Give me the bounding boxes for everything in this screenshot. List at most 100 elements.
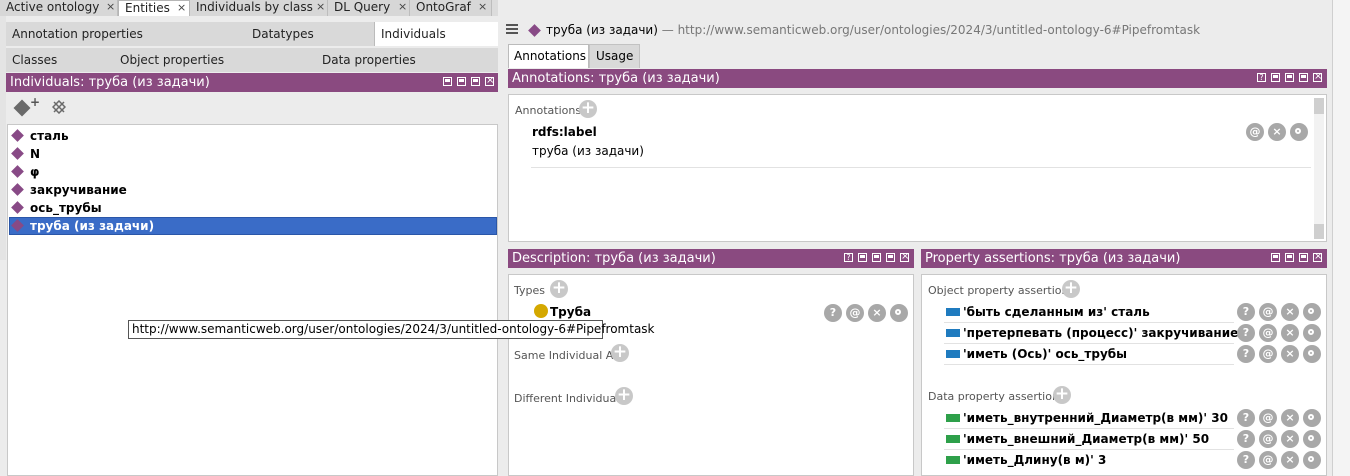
add-type-icon[interactable]: + <box>550 280 568 298</box>
annotate-icon[interactable]: @ <box>1259 451 1277 469</box>
delete-icon[interactable]: × <box>1281 409 1299 427</box>
edit-icon[interactable] <box>1303 451 1321 469</box>
object-assertion-row[interactable]: 'быть сделанным из' сталь <box>946 302 1150 322</box>
assertion-value: закручивание <box>1141 326 1239 340</box>
edit-icon[interactable] <box>1290 123 1308 141</box>
tab-individuals-by-class[interactable]: Individuals by class × <box>190 0 328 16</box>
scroll-thumb-bottom[interactable] <box>1314 224 1324 239</box>
tab-annotations[interactable]: Annotations <box>508 44 589 68</box>
item-label: N <box>30 147 41 161</box>
delete-icon[interactable]: × <box>1281 324 1299 342</box>
list-item[interactable]: N <box>9 145 497 163</box>
delete-icon[interactable]: × <box>1268 123 1286 141</box>
add-same-individual-icon[interactable]: + <box>611 344 629 362</box>
close-icon[interactable]: × <box>106 0 115 14</box>
tab-classes[interactable]: Classes <box>6 48 114 72</box>
annotate-icon[interactable]: @ <box>1259 303 1277 321</box>
close-icon[interactable]: × <box>398 0 407 14</box>
explain-icon[interactable]: ? <box>1237 345 1255 363</box>
delete-icon[interactable]: × <box>1281 430 1299 448</box>
list-item[interactable]: φ <box>9 163 497 181</box>
explain-icon[interactable]: ? <box>1237 430 1255 448</box>
tab-dl-query[interactable]: DL Query × <box>328 0 410 16</box>
tab-label: Entities <box>125 1 170 15</box>
edit-icon[interactable] <box>1303 409 1321 427</box>
tab-data-properties[interactable]: Data properties <box>316 48 498 72</box>
add-data-assertion-icon[interactable]: + <box>1053 386 1071 404</box>
tab-label: Active ontology <box>6 0 100 14</box>
tab-annotation-properties[interactable]: Annotation properties <box>6 22 246 46</box>
minimize-icon[interactable] <box>1285 253 1294 262</box>
delete-icon[interactable]: × <box>1281 451 1299 469</box>
individual-icon <box>11 129 24 142</box>
edit-icon[interactable] <box>1303 430 1321 448</box>
delete-icon[interactable]: × <box>868 304 886 322</box>
annotate-icon[interactable]: @ <box>1246 123 1264 141</box>
tab-usage[interactable]: Usage <box>589 44 640 68</box>
explain-icon[interactable]: ? <box>1237 303 1255 321</box>
help-icon[interactable]: ? <box>1257 73 1266 82</box>
list-item[interactable]: ось_трубы <box>9 199 497 217</box>
add-annotation-icon[interactable]: + <box>579 100 597 118</box>
data-assertion-row[interactable]: 'иметь_Длину(в м)' 3 <box>946 450 1106 470</box>
scrollbar[interactable] <box>1314 98 1324 239</box>
explain-icon[interactable]: ? <box>1237 451 1255 469</box>
menu-icon[interactable] <box>506 23 518 35</box>
list-item[interactable]: сталь <box>9 127 497 145</box>
data-assertion-row[interactable]: 'иметь_внутренний_Диаметр(в мм)' 30 <box>946 408 1228 428</box>
edit-icon[interactable] <box>890 304 908 322</box>
explain-icon[interactable]: ? <box>1237 409 1255 427</box>
tab-ontograf[interactable]: OntoGraf × <box>410 0 492 16</box>
delete-icon[interactable]: × <box>1281 345 1299 363</box>
data-assertion-row[interactable]: 'иметь_внешний_Диаметр(в мм)' 50 <box>946 429 1209 449</box>
maximize-icon[interactable] <box>471 77 480 86</box>
annotate-icon[interactable]: @ <box>1259 409 1277 427</box>
add-object-assertion-icon[interactable]: + <box>1062 280 1080 298</box>
maximize-icon[interactable] <box>886 253 895 262</box>
tab-datatypes[interactable]: Datatypes <box>246 22 374 46</box>
list-item-selected[interactable]: труба (из задачи) <box>9 217 497 235</box>
add-individual-icon[interactable] <box>13 99 31 117</box>
close-view-icon[interactable] <box>485 75 494 87</box>
item-label: ось_трубы <box>30 201 102 215</box>
minimize-icon[interactable] <box>1285 73 1294 82</box>
delete-individual-icon[interactable] <box>51 99 67 115</box>
view-split-icon[interactable] <box>858 253 867 262</box>
scroll-thumb[interactable] <box>1314 98 1324 114</box>
annotate-icon[interactable]: @ <box>1259 430 1277 448</box>
view-split-icon[interactable] <box>1271 73 1280 82</box>
annotate-icon[interactable]: @ <box>1259 345 1277 363</box>
tab-individuals[interactable]: Individuals <box>374 22 498 46</box>
close-view-icon[interactable] <box>1313 71 1322 83</box>
edit-icon[interactable] <box>1303 324 1321 342</box>
object-assertion-row[interactable]: 'претерпевать (процесс)' закручивание <box>946 323 1238 343</box>
close-view-icon[interactable] <box>900 251 909 263</box>
tab-object-properties[interactable]: Object properties <box>114 48 316 72</box>
close-view-icon[interactable] <box>1313 251 1322 263</box>
explain-icon[interactable]: ? <box>1237 324 1255 342</box>
entity-title: труба (из задачи) — http://www.semanticw… <box>546 23 1200 37</box>
minimize-icon[interactable] <box>457 77 466 86</box>
tab-label: DL Query <box>334 0 391 14</box>
object-property-icon <box>946 329 960 337</box>
list-item[interactable]: закручивание <box>9 181 497 199</box>
tab-active-ontology[interactable]: Active ontology × <box>0 0 118 16</box>
help-icon[interactable]: ? <box>844 253 853 262</box>
delete-icon[interactable]: × <box>1281 303 1299 321</box>
tab-entities[interactable]: Entities × <box>118 0 190 16</box>
minimize-icon[interactable] <box>872 253 881 262</box>
close-icon[interactable]: × <box>316 0 325 14</box>
annotate-icon[interactable]: @ <box>846 304 864 322</box>
explain-icon[interactable]: ? <box>824 304 842 322</box>
annotate-icon[interactable]: @ <box>1259 324 1277 342</box>
close-icon[interactable]: × <box>478 0 487 14</box>
view-split-icon[interactable] <box>1271 253 1280 262</box>
edit-icon[interactable] <box>1303 303 1321 321</box>
maximize-icon[interactable] <box>1299 253 1308 262</box>
view-split-icon[interactable] <box>443 77 452 86</box>
maximize-icon[interactable] <box>1299 73 1308 82</box>
edit-icon[interactable] <box>1303 345 1321 363</box>
add-different-individual-icon[interactable]: + <box>615 387 633 405</box>
close-icon[interactable]: × <box>177 1 186 15</box>
object-assertion-row[interactable]: 'иметь (Ось)' ось_трубы <box>946 344 1127 364</box>
